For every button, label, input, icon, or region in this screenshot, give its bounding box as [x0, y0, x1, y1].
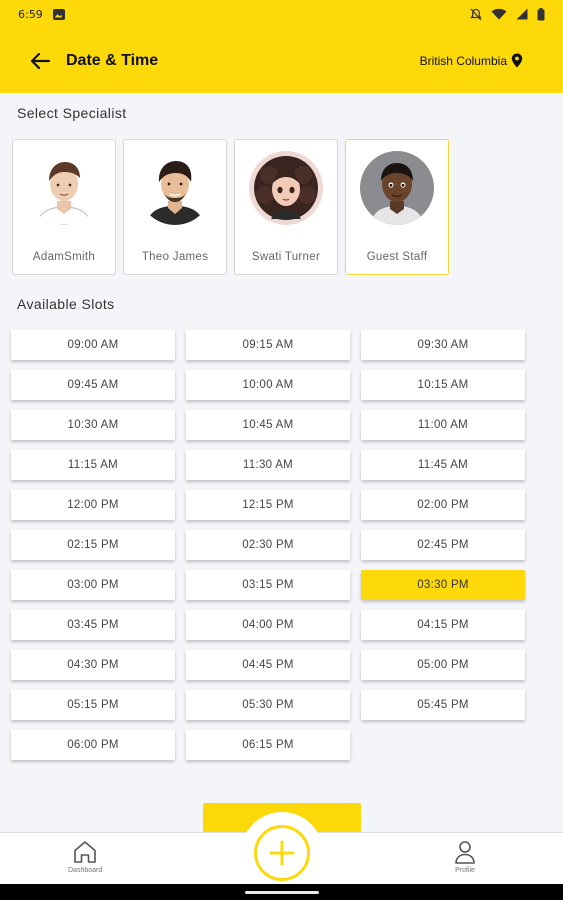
time-slot[interactable]: 12:00 PM [11, 490, 175, 520]
time-slot[interactable]: 05:00 PM [361, 650, 525, 680]
specialist-list: AdamSmith Theo James Swati Turner Guest … [12, 139, 449, 275]
time-slot[interactable]: 09:45 AM [11, 370, 175, 400]
nav-profile[interactable]: Profile [452, 839, 478, 874]
specialist-card-theo-james[interactable]: Theo James [123, 139, 227, 275]
time-slot[interactable]: 03:45 PM [11, 610, 175, 640]
nav-dashboard[interactable]: Dashboard [68, 839, 102, 874]
time-slot[interactable]: 03:00 PM [11, 570, 175, 600]
time-slot-selected[interactable]: 03:30 PM [361, 570, 525, 600]
time-slot[interactable]: 04:45 PM [186, 650, 350, 680]
time-slot[interactable]: 02:45 PM [361, 530, 525, 560]
add-booking-button[interactable] [241, 812, 323, 894]
time-slot[interactable]: 10:00 AM [186, 370, 350, 400]
time-slot[interactable]: 05:30 PM [186, 690, 350, 720]
nav-dashboard-label: Dashboard [68, 867, 103, 874]
avatar [360, 151, 434, 225]
time-slot[interactable]: 02:00 PM [361, 490, 525, 520]
nav-profile-label: Profile [455, 867, 475, 874]
page-title: Date & Time [66, 51, 159, 69]
time-slot[interactable]: 11:15 AM [11, 450, 175, 480]
plus-circle-icon [254, 825, 310, 881]
time-slot[interactable]: 11:30 AM [186, 450, 350, 480]
time-slot[interactable]: 10:45 AM [186, 410, 350, 440]
time-slot[interactable]: 09:00 AM [11, 330, 175, 360]
time-slot[interactable]: 09:15 AM [186, 330, 350, 360]
slot-grid: 09:00 AM 09:15 AM 09:30 AM 09:45 AM 10:0… [11, 330, 525, 760]
user-icon [455, 841, 475, 864]
time-slot[interactable]: 02:30 PM [186, 530, 350, 560]
status-bar: 6:59 [0, 0, 563, 28]
wifi-icon [491, 8, 507, 20]
battery-icon [537, 7, 545, 20]
signal-icon [516, 8, 528, 20]
image-notification-icon [52, 8, 65, 20]
app-bar: Date & Time British Columbia [0, 28, 563, 93]
status-time: 6:59 [18, 7, 43, 21]
time-slot[interactable]: 06:15 PM [186, 730, 350, 760]
notifications-off-icon [470, 8, 482, 20]
status-icons [470, 7, 545, 21]
time-slot[interactable]: 12:15 PM [186, 490, 350, 520]
specialist-card-swati-turner[interactable]: Swati Turner [234, 139, 338, 275]
specialist-name: Guest Staff [366, 251, 428, 263]
time-slot[interactable]: 11:45 AM [361, 450, 525, 480]
home-icon [74, 841, 96, 863]
arrow-left-icon [30, 52, 50, 69]
location-selector[interactable]: British Columbia [420, 53, 523, 68]
specialist-card-adamsmith[interactable]: AdamSmith [12, 139, 116, 275]
time-slot[interactable]: 11:00 AM [361, 410, 525, 440]
time-slot[interactable]: 04:00 PM [186, 610, 350, 640]
home-indicator[interactable] [245, 891, 319, 894]
avatar [138, 151, 212, 225]
time-slot[interactable]: 10:15 AM [361, 370, 525, 400]
specialist-card-guest-staff[interactable]: Guest Staff [345, 139, 449, 275]
back-button[interactable] [26, 47, 54, 75]
specialist-name: Theo James [141, 251, 209, 263]
select-specialist-heading: Select Specialist [17, 105, 127, 121]
time-slot[interactable]: 05:45 PM [361, 690, 525, 720]
time-slot[interactable]: 04:30 PM [11, 650, 175, 680]
time-slot[interactable]: 02:15 PM [11, 530, 175, 560]
time-slot[interactable]: 10:30 AM [11, 410, 175, 440]
avatar [27, 151, 101, 225]
location-pin-icon [511, 53, 523, 68]
avatar [249, 151, 323, 225]
location-label: British Columbia [419, 53, 507, 68]
time-slot[interactable]: 06:00 PM [11, 730, 175, 760]
time-slot[interactable]: 04:15 PM [361, 610, 525, 640]
time-slot[interactable]: 09:30 AM [361, 330, 525, 360]
system-gesture-bar [0, 884, 563, 900]
specialist-name: AdamSmith [32, 251, 96, 263]
specialist-name: Swati Turner [251, 251, 321, 263]
available-slots-heading: Available Slots [17, 296, 115, 312]
time-slot[interactable]: 05:15 PM [11, 690, 175, 720]
time-slot[interactable]: 03:15 PM [186, 570, 350, 600]
